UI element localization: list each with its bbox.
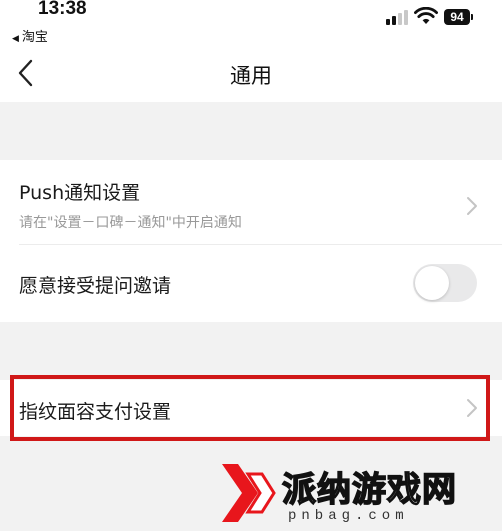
back-app-label: 淘宝 — [21, 30, 48, 45]
chevron-right-icon — [467, 399, 477, 417]
status-time: 13:38 — [38, 0, 87, 19]
payment-settings-section: 指纹面容支付设置 — [0, 380, 502, 436]
cellular-signal-icon — [386, 9, 410, 25]
site-watermark: 派纳游戏网 pnbag.com — [218, 458, 498, 528]
watermark-logo-icon — [222, 464, 276, 522]
back-triangle-icon: ◀ — [12, 34, 19, 44]
battery-icon: 94 — [444, 9, 470, 25]
battery-tip — [471, 14, 473, 20]
accept-invite-toggle[interactable] — [413, 264, 477, 302]
biometric-payment-title: 指纹面容支付设置 — [19, 401, 172, 423]
navigation-bar: 通用 — [0, 46, 502, 102]
page-title: 通用 — [230, 64, 272, 88]
push-settings-subtitle: 请在"设置－口碑－通知"中开启通知 — [19, 215, 242, 231]
watermark-title: 派纳游戏网 — [281, 469, 457, 511]
wifi-icon — [414, 7, 438, 24]
watermark-url: pnbag.com — [288, 508, 409, 524]
push-notification-settings-row[interactable]: Push通知设置 请在"设置－口碑－通知"中开启通知 — [0, 160, 502, 244]
toggle-knob — [415, 266, 449, 300]
status-bar: 13:38 ◀ 淘宝 94 — [0, 0, 502, 46]
chevron-right-icon — [467, 197, 477, 215]
accept-question-invite-row: 愿意接受提问邀请 — [0, 245, 502, 322]
notification-settings-section: Push通知设置 请在"设置－口碑－通知"中开启通知 愿意接受提问邀请 — [0, 160, 502, 322]
push-settings-title: Push通知设置 — [19, 182, 141, 204]
biometric-payment-settings-row[interactable]: 指纹面容支付设置 — [0, 380, 502, 436]
back-to-app-link[interactable]: ◀ 淘宝 — [12, 26, 48, 45]
accept-invite-title: 愿意接受提问邀请 — [19, 275, 172, 297]
